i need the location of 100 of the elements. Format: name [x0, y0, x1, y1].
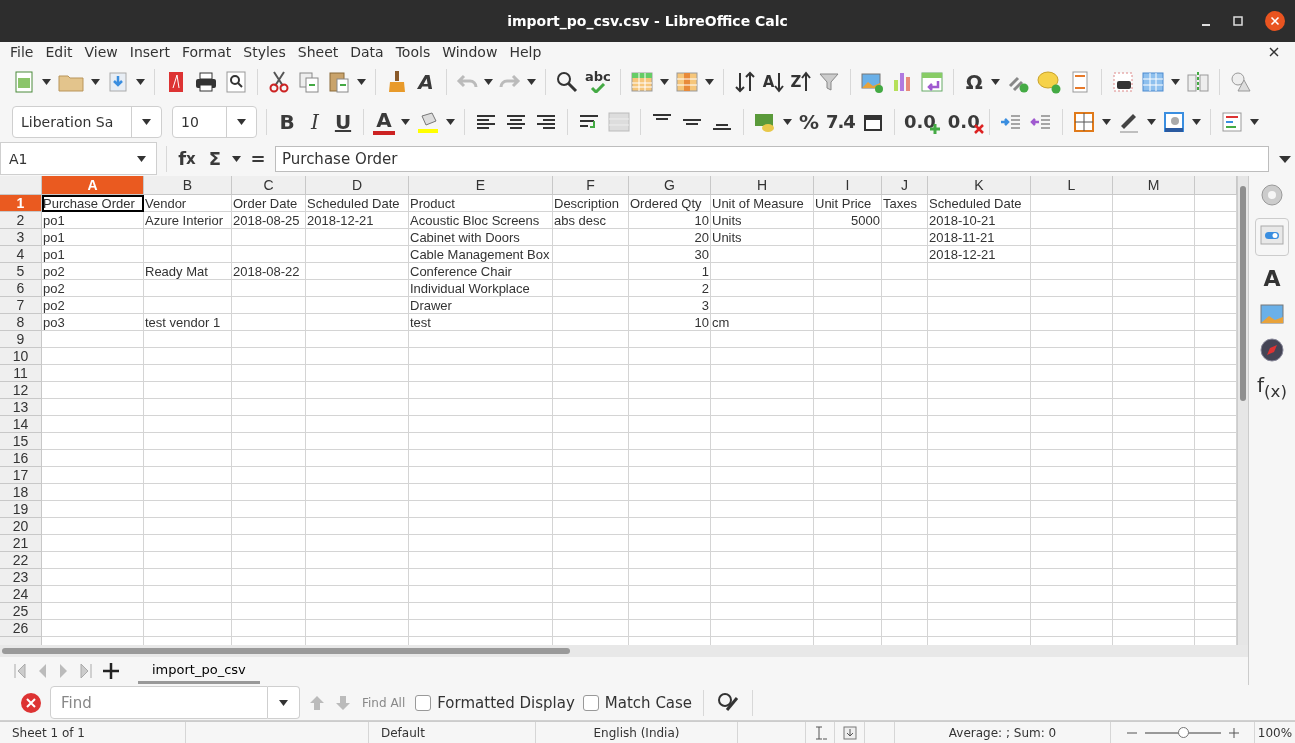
table-cell[interactable]: po3 — [42, 314, 144, 332]
table-cell[interactable] — [409, 416, 553, 434]
table-cell[interactable]: po1 — [42, 229, 144, 247]
table-cell[interactable]: Units — [711, 229, 814, 247]
column-header[interactable]: M — [1113, 176, 1195, 196]
caret-icon[interactable] — [446, 118, 455, 125]
column-header[interactable]: G — [629, 176, 711, 196]
shapes-icon[interactable] — [1229, 70, 1254, 95]
table-cell[interactable] — [711, 484, 814, 502]
table-cell[interactable] — [1113, 484, 1195, 502]
table-cell[interactable] — [1113, 433, 1195, 451]
table-cell[interactable] — [882, 297, 928, 315]
table-cell[interactable] — [409, 382, 553, 400]
last-sheet-icon[interactable] — [80, 663, 92, 680]
table-cell[interactable] — [42, 620, 144, 638]
table-cell[interactable] — [1031, 382, 1113, 400]
table-cell[interactable] — [814, 348, 882, 366]
zoom-slider-thumb[interactable] — [1177, 726, 1189, 738]
table-cell[interactable] — [232, 484, 306, 502]
table-cell[interactable] — [144, 603, 232, 621]
table-cell[interactable] — [144, 416, 232, 434]
table-cell[interactable] — [1031, 569, 1113, 587]
table-cell[interactable]: test — [409, 314, 553, 332]
row-header[interactable]: 24 — [0, 586, 42, 604]
row-header[interactable]: 1 — [0, 195, 42, 213]
table-cell[interactable] — [306, 399, 409, 417]
table-cell[interactable] — [553, 484, 629, 502]
table-cell[interactable] — [928, 365, 1031, 383]
first-sheet-icon[interactable] — [14, 663, 26, 680]
table-cell[interactable] — [1113, 450, 1195, 468]
caret-icon[interactable] — [704, 79, 714, 86]
table-cell[interactable] — [814, 382, 882, 400]
menu-item[interactable]: Sheet — [291, 43, 345, 60]
caret-icon[interactable] — [527, 79, 536, 86]
pivot-table-icon[interactable] — [920, 70, 945, 95]
conditional-format-icon[interactable] — [1219, 109, 1244, 134]
row-header[interactable]: 20 — [0, 518, 42, 536]
row-header[interactable]: 25 — [0, 603, 42, 621]
table-cell[interactable] — [711, 433, 814, 451]
table-cell[interactable] — [306, 365, 409, 383]
table-cell[interactable]: 2018-08-22 — [232, 263, 306, 281]
row-header[interactable]: 15 — [0, 433, 42, 451]
table-cell[interactable]: 2018-08-25 — [232, 212, 306, 230]
table-cell[interactable] — [306, 450, 409, 468]
row-header[interactable]: 5 — [0, 263, 42, 281]
column-header[interactable] — [1195, 176, 1237, 196]
column-header[interactable]: F — [553, 176, 629, 196]
caret-icon[interactable] — [1191, 118, 1201, 125]
spreadsheet-icon[interactable] — [12, 70, 36, 95]
table-cell[interactable] — [306, 535, 409, 553]
table-cell[interactable] — [306, 552, 409, 570]
table-cell[interactable] — [1031, 603, 1113, 621]
table-cell[interactable] — [928, 433, 1031, 451]
table-cell[interactable] — [1113, 399, 1195, 417]
table-cell[interactable] — [882, 433, 928, 451]
gear-icon[interactable] — [1259, 182, 1285, 209]
table-cell[interactable] — [814, 297, 882, 315]
row-header[interactable]: 16 — [0, 450, 42, 468]
table-cell[interactable] — [42, 382, 144, 400]
table-cell[interactable] — [711, 365, 814, 383]
table-cell[interactable] — [553, 603, 629, 621]
table-cell[interactable] — [882, 569, 928, 587]
table-cell[interactable] — [1113, 314, 1195, 332]
table-cell[interactable] — [882, 212, 928, 230]
table-cell[interactable] — [928, 399, 1031, 417]
table-cell[interactable] — [711, 450, 814, 468]
table-cell[interactable]: Product — [409, 195, 553, 213]
table-cell[interactable] — [306, 263, 409, 281]
caret-icon[interactable] — [991, 79, 1001, 86]
copy-icon[interactable] — [297, 70, 321, 95]
table-cell[interactable]: Scheduled Date — [306, 195, 409, 213]
find-field[interactable]: Find — [50, 686, 268, 720]
table-cell[interactable] — [882, 382, 928, 400]
table-cell[interactable] — [553, 263, 629, 281]
table-cell[interactable] — [928, 263, 1031, 281]
table-cell[interactable] — [144, 280, 232, 298]
table-cell[interactable] — [928, 348, 1031, 366]
table-cell[interactable] — [144, 399, 232, 417]
table-cell[interactable] — [232, 535, 306, 553]
table-cell[interactable] — [814, 552, 882, 570]
table-cell[interactable] — [928, 603, 1031, 621]
table-cell[interactable] — [1031, 212, 1113, 230]
column-header[interactable]: D — [306, 176, 409, 196]
table-cell[interactable] — [711, 280, 814, 298]
add-sheet-icon[interactable] — [102, 662, 120, 681]
table-cell[interactable] — [629, 620, 711, 638]
table-cell[interactable] — [1113, 501, 1195, 519]
menu-item[interactable]: View — [78, 43, 124, 60]
table-cell[interactable] — [711, 569, 814, 587]
table-cell[interactable] — [144, 297, 232, 315]
table-cell[interactable] — [553, 229, 629, 247]
column-header[interactable]: I — [814, 176, 882, 196]
percent-icon[interactable]: % — [798, 107, 820, 136]
table-cell[interactable] — [409, 535, 553, 553]
menu-item[interactable]: Tools — [389, 43, 437, 60]
table-cell[interactable] — [882, 399, 928, 417]
paint-bucket-icon[interactable] — [416, 109, 440, 134]
table-cell[interactable]: 2018-12-21 — [928, 246, 1031, 264]
row-header[interactable]: 4 — [0, 246, 42, 264]
table-cell[interactable] — [928, 467, 1031, 485]
